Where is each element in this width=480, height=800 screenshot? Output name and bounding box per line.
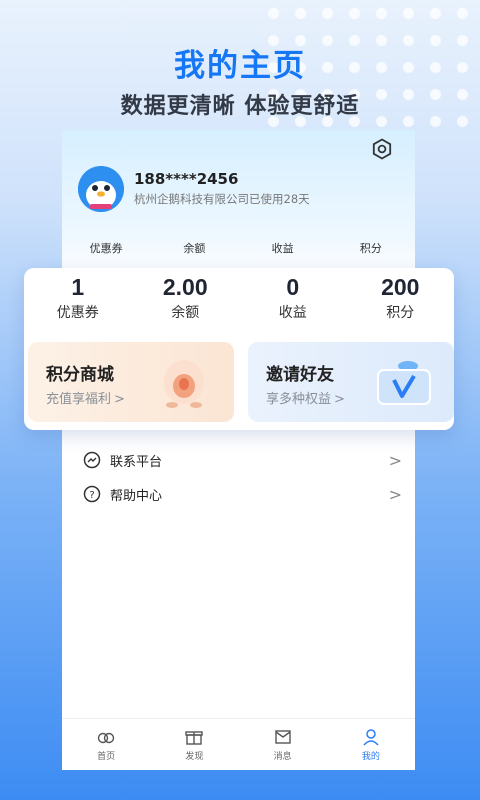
mini-stat-label: 积分 <box>359 242 382 255</box>
avatar[interactable] <box>78 166 124 212</box>
tab-messages[interactable]: 消息 <box>239 719 327 770</box>
stat-label: 积分 <box>386 305 415 321</box>
stat-earnings[interactable]: 0 收益 <box>239 274 347 322</box>
vip-card-icon <box>377 361 431 405</box>
mail-icon <box>273 727 293 747</box>
points-mall-card[interactable]: 积分商城 充值享福利 > <box>28 342 234 422</box>
tab-label: 消息 <box>273 752 292 762</box>
chevron-right-icon: > <box>114 392 125 407</box>
stat-value: 0 <box>286 274 300 300</box>
help-icon: ? <box>82 484 102 504</box>
card-subtitle: 充值享福利 > <box>46 392 125 407</box>
tab-mine[interactable]: 我的 <box>327 719 415 770</box>
stat-value: 200 <box>381 274 420 300</box>
company-info: 杭州企鹅科技有限公司已使用28天 <box>134 192 310 206</box>
stats-row: 1 优惠券 2.00 余额 0 收益 200 积分 <box>24 274 454 322</box>
mini-stat-label: 收益 <box>271 242 294 255</box>
tab-label: 我的 <box>361 752 380 762</box>
stat-label: 余额 <box>171 305 200 321</box>
user-phone: 188****2456 <box>134 170 239 188</box>
stat-points[interactable]: 200 积分 <box>347 274 455 322</box>
mini-stats-row: 优惠券 余额 收益 积分 <box>62 240 415 256</box>
card-title: 积分商城 <box>46 365 114 385</box>
svg-text:?: ? <box>89 490 94 501</box>
card-title: 邀请好友 <box>266 365 334 385</box>
menu-item-contact-platform[interactable]: 联系平台 > <box>82 445 402 475</box>
penguin-avatar-icon <box>78 166 124 212</box>
settings-button[interactable] <box>371 138 393 160</box>
chevron-right-icon: > <box>334 392 345 407</box>
card-subtitle: 享多种权益 > <box>266 392 345 407</box>
tab-label: 首页 <box>97 752 116 762</box>
tab-discover[interactable]: 发现 <box>150 719 238 770</box>
chevron-right-icon: > <box>388 484 402 504</box>
stat-balance[interactable]: 2.00 余额 <box>132 274 240 322</box>
promo-subline: 数据更清晰 体验更舒适 <box>120 94 360 119</box>
chevron-right-icon: > <box>388 450 402 470</box>
menu-item-label: 联系平台 <box>110 454 163 470</box>
mini-stat-label: 优惠券 <box>89 242 123 255</box>
stat-value: 2.00 <box>162 274 208 300</box>
home-icon <box>96 727 116 747</box>
settings-icon <box>372 138 392 160</box>
stat-value: 1 <box>71 274 85 300</box>
egg-mascot-icon <box>164 360 204 408</box>
stat-label: 收益 <box>278 305 307 321</box>
invite-friends-card[interactable]: 邀请好友 享多种权益 > <box>248 342 454 422</box>
user-icon <box>361 727 381 747</box>
stat-label: 优惠券 <box>56 305 99 321</box>
menu-item-label: 帮助中心 <box>110 488 163 504</box>
tab-label: 发现 <box>185 752 204 762</box>
promo-headline: 我的主页 <box>174 48 306 84</box>
tab-home[interactable]: 首页 <box>62 719 150 770</box>
bottom-tab-bar: 首页 发现 消息 我的 <box>62 718 415 770</box>
stat-coupons[interactable]: 1 优惠券 <box>24 274 132 322</box>
mini-stat-label: 余额 <box>183 242 206 255</box>
handshake-icon <box>82 450 102 470</box>
stats-overlay-card: 1 优惠券 2.00 余额 0 收益 200 积分 积分商城 充值享福利 > 邀请 <box>24 268 454 430</box>
phone-screen: 188****2456 杭州企鹅科技有限公司已使用28天 优惠券 余额 收益 积… <box>62 130 415 770</box>
menu-item-help-center[interactable]: ? 帮助中心 > <box>82 479 402 509</box>
gift-icon <box>184 727 204 747</box>
